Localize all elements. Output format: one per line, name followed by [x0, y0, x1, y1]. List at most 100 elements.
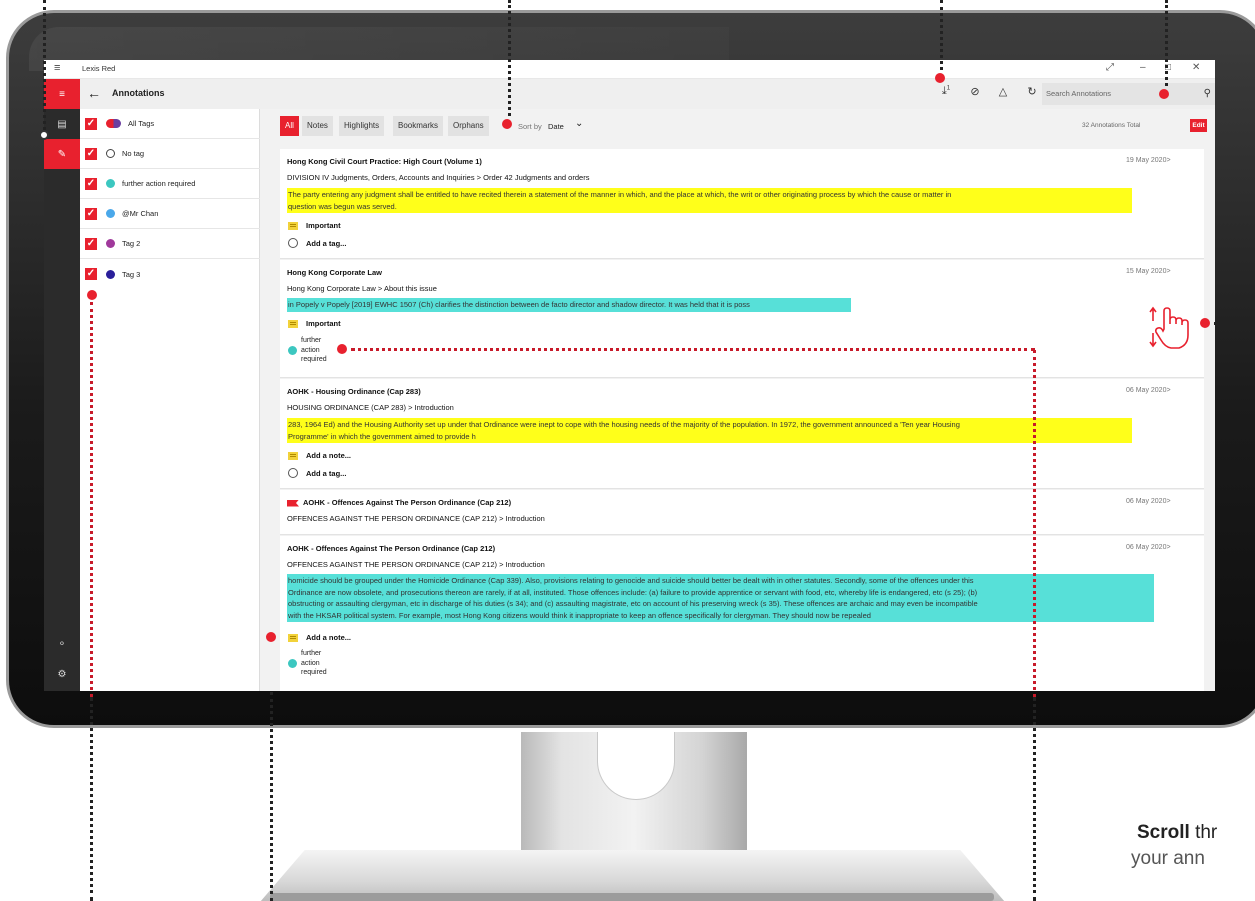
checkbox-checked-icon[interactable]: ✓	[85, 147, 97, 160]
annotation-date[interactable]: 06 May 2020>	[1126, 498, 1171, 505]
app-screen: ≡ Lexis Red ⤢ – □ ✕ ≡ ▤ ✎ ⚬ ⚙ ← Annotati…	[44, 60, 1215, 691]
tab-bookmarks[interactable]: Bookmarks	[393, 116, 444, 136]
annotation-date[interactable]: 06 May 2020>	[1126, 544, 1171, 551]
note-row[interactable]: Important	[288, 319, 341, 328]
tag-row-tag-2[interactable]: ✓ Tag 2	[80, 229, 260, 259]
tab-orphans[interactable]: Orphans	[448, 116, 489, 136]
annotation-card[interactable]: Hong Kong Civil Court Practice: High Cou…	[280, 149, 1204, 259]
checkbox-checked-icon[interactable]: ✓	[85, 117, 97, 130]
add-note-row[interactable]: Add a note...	[288, 451, 351, 460]
callout-dot	[1159, 89, 1169, 99]
checkbox-checked-icon[interactable]: ✓	[85, 207, 97, 220]
add-tag-row[interactable]: Add a tag...	[288, 468, 346, 478]
callout-line	[1033, 350, 1036, 697]
tag-icon[interactable]: ⊘	[967, 85, 983, 98]
settings-gear-icon[interactable]: ⚙	[44, 659, 80, 689]
tag-chip[interactable]: further action required	[288, 649, 327, 678]
annotation-card[interactable]: AOHK - Offences Against The Person Ordin…	[280, 490, 1204, 535]
marketing-stage: ≡ Lexis Red ⤢ – □ ✕ ≡ ▤ ✎ ⚬ ⚙ ← Annotati…	[0, 0, 1255, 901]
tag-label: @Mr Chan	[122, 209, 159, 218]
tag-row-all-tags[interactable]: ✓ All Tags	[80, 109, 260, 139]
tag-chip[interactable]: further action required	[288, 336, 327, 365]
annotation-date[interactable]: 15 May 2020>	[1126, 268, 1171, 275]
tag-chip-label: further action required	[301, 336, 327, 365]
callout-line	[90, 697, 93, 901]
callout-dot	[502, 119, 512, 129]
highlight-line: The party entering any judgment shall be…	[288, 190, 952, 199]
tag-chip-label: further action required	[301, 649, 327, 678]
note-row[interactable]: Important	[288, 221, 341, 230]
tab-notes[interactable]: Notes	[302, 116, 333, 136]
search-annotations-input[interactable]: Search Annotations ⚲	[1042, 83, 1215, 105]
books-icon[interactable]: ▤	[44, 109, 80, 139]
sync-icon[interactable]: △	[995, 85, 1011, 98]
checkbox-checked-icon[interactable]: ✓	[85, 268, 97, 280]
tag-word: required	[301, 356, 327, 363]
tag-row-tag-3[interactable]: ✓ Tag 3	[80, 259, 260, 289]
annotation-title: Hong Kong Civil Court Practice: High Cou…	[287, 157, 482, 166]
add-note-link[interactable]: Add a note...	[306, 633, 351, 642]
annotation-date[interactable]: 06 May 2020>	[1126, 387, 1171, 394]
back-arrow-icon[interactable]: ←	[87, 85, 101, 101]
add-note-row[interactable]: Add a note...	[288, 633, 351, 642]
callout-dot	[87, 290, 97, 300]
note-icon	[288, 319, 298, 328]
user-icon[interactable]: ⚬	[44, 629, 80, 659]
pencil-icon[interactable]: ✎	[44, 139, 80, 169]
callout-line	[1165, 0, 1168, 86]
checkbox-checked-icon[interactable]: ✓	[85, 177, 97, 190]
tag-color-dot-icon	[106, 239, 115, 248]
tag-row-no-tag[interactable]: ✓ No tag	[80, 139, 260, 169]
add-tag-link[interactable]: Add a tag...	[306, 239, 346, 248]
annotation-date[interactable]: 19 May 2020>	[1126, 157, 1171, 164]
sort-label: Sort by	[518, 122, 542, 131]
search-icon[interactable]: ⚲	[1204, 88, 1211, 99]
note-text: Important	[306, 319, 341, 328]
callout-line	[43, 0, 46, 130]
edit-button[interactable]: Edit	[1190, 119, 1207, 132]
annotations-main: All Notes Highlights Bookmarks Orphans S…	[260, 109, 1215, 691]
add-tag-row[interactable]: Add a tag...	[288, 238, 346, 248]
download-icon[interactable]: ⤓1	[938, 85, 954, 98]
tag-color-dot-icon	[106, 179, 115, 188]
minimize-button[interactable]: –	[1140, 62, 1146, 73]
note-text: Important	[306, 221, 341, 230]
highlight-line: with the HKSAR political system. For exa…	[288, 610, 871, 620]
hamburger-icon[interactable]: ≡	[54, 62, 60, 74]
highlight-line: question was begun was served.	[288, 201, 397, 211]
annotation-title: AOHK - Offences Against The Person Ordin…	[287, 498, 511, 507]
callout-dot	[1200, 318, 1210, 328]
empty-tag-circle-icon	[288, 468, 298, 478]
chevron-down-icon[interactable]: ⌄	[575, 118, 583, 129]
tab-all[interactable]: All	[280, 116, 299, 136]
annotation-card[interactable]: AOHK - Housing Ordinance (Cap 283) 06 Ma…	[280, 379, 1204, 489]
annotation-title-text: AOHK - Offences Against The Person Ordin…	[303, 498, 512, 507]
annotation-card[interactable]: AOHK - Offences Against The Person Ordin…	[280, 536, 1204, 691]
annotation-title: Hong Kong Corporate Law	[287, 268, 382, 277]
tag-filter-list: ✓ All Tags ✓ No tag ✓ further action req…	[80, 109, 260, 691]
highlight-text: homicide should be grouped under the Hom…	[287, 574, 1154, 622]
tag-row-further-action[interactable]: ✓ further action required	[80, 169, 260, 199]
highlight-text: The party entering any judgment shall be…	[287, 188, 1132, 213]
menu-icon[interactable]: ≡	[44, 79, 80, 109]
history-icon[interactable]: ↻	[1024, 85, 1040, 98]
add-note-link[interactable]: Add a note...	[306, 451, 351, 460]
sort-select[interactable]: Date	[548, 122, 564, 131]
monitor-stand-base-edge	[270, 893, 994, 901]
callout-dot	[337, 344, 347, 354]
annotations-total: 32 Annotations Total	[1082, 122, 1141, 129]
expand-icon[interactable]: ⤢	[1106, 62, 1114, 73]
highlight-line: 283, 1964 Ed) and the Housing Authority …	[288, 420, 960, 429]
header-bar: ← Annotations ⤓1 ⊘ △ ↻ ⓘ Search Annotati…	[80, 79, 1215, 109]
callout-line	[90, 302, 93, 697]
caption-bold: Scroll	[1137, 822, 1190, 843]
annotation-card[interactable]: Hong Kong Corporate Law 15 May 2020> Hon…	[280, 260, 1204, 378]
tab-highlights[interactable]: Highlights	[339, 116, 385, 136]
tag-row-mr-chan[interactable]: ✓ @Mr Chan	[80, 199, 260, 229]
add-tag-link[interactable]: Add a tag...	[306, 469, 346, 478]
checkbox-checked-icon[interactable]: ✓	[85, 237, 97, 250]
tag-color-dot-icon	[288, 345, 297, 355]
annotation-path: OFFENCES AGAINST THE PERSON ORDINANCE (C…	[287, 560, 545, 569]
close-button[interactable]: ✕	[1192, 62, 1200, 73]
tag-label: Tag 2	[122, 239, 141, 248]
